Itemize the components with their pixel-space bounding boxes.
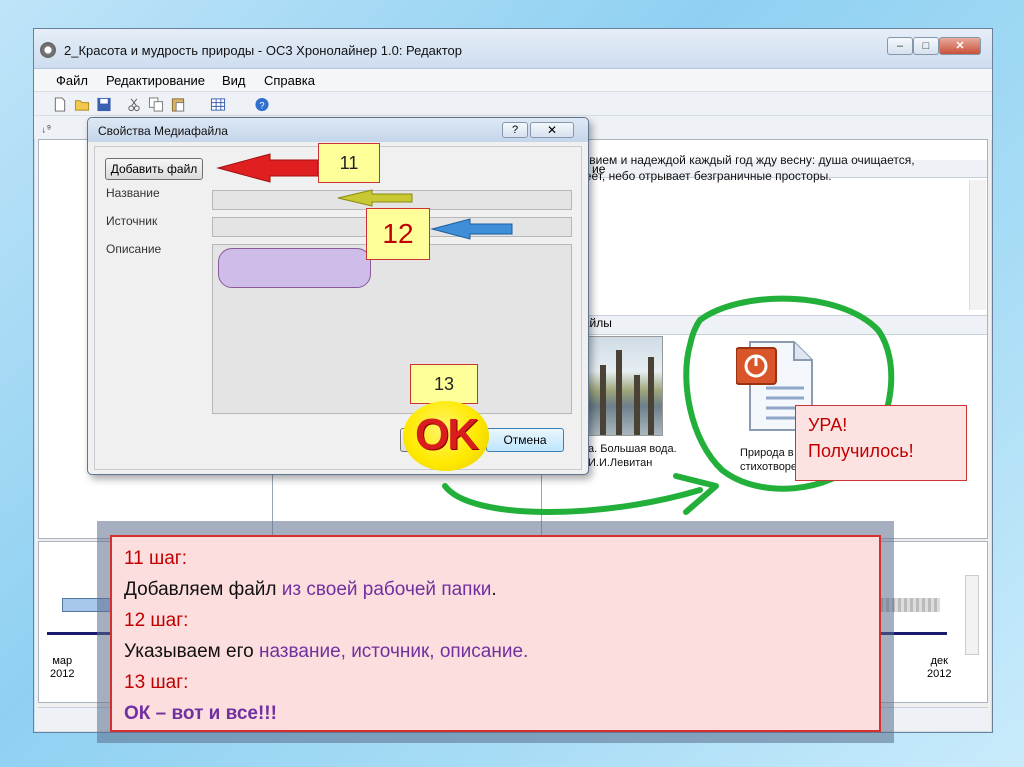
step-12-text-main: Указываем его	[124, 641, 259, 662]
success-line-1: УРА!	[808, 415, 848, 435]
step-11-text-main: Добавляем файл	[124, 579, 282, 600]
step-11-heading: 11 шаг:	[124, 548, 188, 569]
green-arrow-icon	[442, 483, 703, 516]
step-13-badge: 13	[410, 364, 478, 404]
ok-badge: OK	[403, 401, 489, 471]
step-11-text: Добавляем файл из своей рабочей папки.	[124, 574, 879, 605]
step-12-heading: 12 шаг:	[124, 610, 189, 631]
step-12-text-highlight: название, источник, описание.	[258, 641, 529, 662]
red-arrow-icon	[216, 153, 319, 183]
step-11-text-highlight: из своей рабочей папки	[281, 579, 492, 600]
step-12-text: Указываем его название, источник, описан…	[124, 636, 879, 667]
success-note: УРА! Получилось!	[795, 405, 967, 481]
step-11-text-end: .	[491, 579, 497, 600]
step-13-text: ОК – вот и все!!!	[124, 703, 277, 724]
step-11-badge: 11	[318, 143, 380, 183]
blue-arrow-icon	[430, 218, 513, 240]
step-13-heading: 13 шаг:	[124, 672, 189, 693]
success-line-2: Получилось!	[808, 441, 914, 461]
step-12-badge: 12	[366, 208, 430, 260]
yellow-arrow-icon	[337, 189, 413, 207]
instructions-panel: 11 шаг: Добавляем файл из своей рабочей …	[110, 535, 881, 732]
